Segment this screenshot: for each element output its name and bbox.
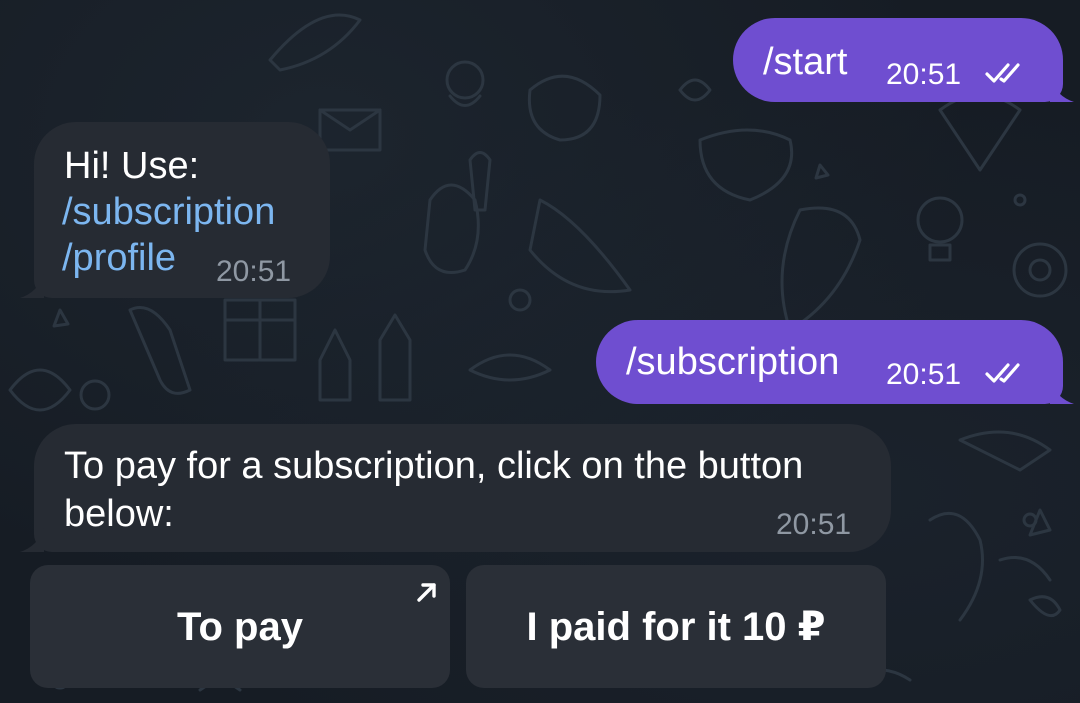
- message-text-line: To pay for a subscription, click on the …: [64, 445, 804, 487]
- outgoing-message[interactable]: /subscription 20:51: [596, 320, 1063, 404]
- external-link-arrow-icon: [417, 583, 436, 602]
- message-text: /start: [763, 41, 848, 83]
- message-time: 20:51: [776, 508, 852, 541]
- incoming-message[interactable]: Hi! Use: /subscription /profile 20:51: [34, 122, 330, 298]
- message-text-line: Hi! Use:: [64, 145, 200, 187]
- message-time: 20:51: [886, 358, 962, 391]
- bubble-tail: [20, 274, 44, 298]
- message-text-line: below:: [64, 493, 174, 535]
- message-text: /subscription: [626, 341, 840, 383]
- message-time: 20:51: [886, 58, 962, 91]
- i-paid-button[interactable]: I paid for it 10 ₽: [466, 565, 886, 688]
- bubble-tail: [1050, 78, 1074, 102]
- i-paid-button-label: I paid for it 10 ₽: [526, 605, 826, 649]
- subscription-command-link[interactable]: /subscription: [62, 188, 275, 236]
- to-pay-button[interactable]: To pay: [30, 565, 450, 688]
- double-check-icon: [985, 363, 1020, 383]
- profile-command-link[interactable]: /profile: [62, 234, 176, 282]
- message-time: 20:51: [216, 255, 292, 288]
- incoming-message[interactable]: To pay for a subscription, click on the …: [34, 424, 891, 552]
- double-check-icon: [985, 63, 1020, 83]
- bubble-tail: [1050, 380, 1074, 404]
- bubble-tail: [20, 528, 44, 552]
- outgoing-message[interactable]: /start 20:51: [733, 18, 1063, 102]
- to-pay-button-label: To pay: [177, 605, 303, 649]
